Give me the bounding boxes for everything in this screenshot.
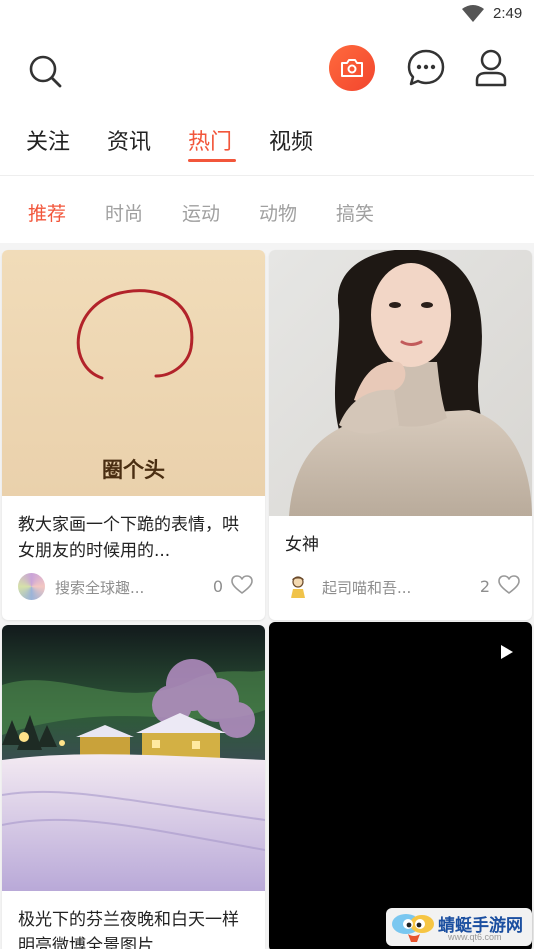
avatar[interactable]	[285, 573, 312, 600]
play-icon[interactable]	[500, 644, 514, 660]
card-image: 圈个头	[2, 250, 265, 496]
camera-button[interactable]	[329, 45, 375, 91]
search-icon	[29, 55, 62, 88]
author-row: 搜索全球趣... 0	[18, 573, 253, 603]
tab-news[interactable]: 资讯	[107, 124, 151, 156]
category-funny[interactable]: 搞笑	[336, 199, 374, 226]
category-fashion[interactable]: 时尚	[105, 199, 143, 226]
category-sports[interactable]: 运动	[182, 199, 220, 226]
tab-video[interactable]: 视频	[269, 124, 313, 156]
tab-follow[interactable]: 关注	[26, 124, 70, 156]
card-image	[269, 250, 532, 516]
status-time: 2:49	[493, 5, 523, 22]
like-count: 0	[212, 577, 223, 596]
video-card[interactable]	[269, 622, 532, 949]
watermark-url: www.qt6.com	[448, 932, 502, 942]
profile-button[interactable]	[468, 45, 514, 91]
status-bar: 2:49	[0, 0, 534, 30]
feed-card[interactable]: 女神 起司喵和吾... 2	[269, 250, 532, 620]
feed-card[interactable]: 极光下的芬兰夜晚和白天一样明亮微博全景图片	[2, 625, 265, 949]
like-count: 2	[479, 577, 490, 596]
card-title: 极光下的芬兰夜晚和白天一样明亮微博全景图片	[18, 910, 239, 949]
search-button[interactable]	[22, 48, 68, 94]
active-tab-indicator	[188, 159, 236, 162]
author-name[interactable]: 起司喵和吾...	[322, 577, 411, 598]
divider	[0, 175, 534, 176]
dragonfly-logo-icon	[392, 914, 434, 942]
category-tabs: 推荐 时尚 运动 动物 搞笑	[0, 195, 534, 235]
heart-icon[interactable]	[231, 575, 253, 595]
card-title: 教大家画一个下跪的表情，哄女朋友的时候用的...	[18, 515, 239, 561]
feed-card[interactable]: 圈个头 教大家画一个下跪的表情，哄女朋友的时候用的... 搜索全球趣... 0	[2, 250, 265, 620]
wifi-icon	[462, 5, 484, 22]
author-name[interactable]: 搜索全球趣...	[55, 577, 144, 598]
user-icon	[475, 49, 507, 87]
card-image	[2, 625, 265, 891]
category-animals[interactable]: 动物	[259, 199, 297, 226]
heart-icon[interactable]	[498, 575, 520, 595]
card-title: 女神	[285, 535, 319, 555]
category-recommended[interactable]: 推荐	[28, 199, 66, 226]
site-watermark: 蜻蜓手游网 www.qt6.com	[386, 908, 532, 946]
image-caption: 圈个头	[102, 458, 165, 482]
main-tabs: 关注 资讯 热门 视频	[0, 118, 534, 174]
message-button[interactable]	[403, 45, 449, 91]
camera-icon	[341, 59, 363, 77]
tab-hot[interactable]: 热门	[188, 124, 232, 156]
message-icon	[407, 49, 445, 86]
top-bar	[0, 40, 534, 100]
author-row: 起司喵和吾... 2	[285, 573, 520, 603]
feed-grid: 圈个头 教大家画一个下跪的表情，哄女朋友的时候用的... 搜索全球趣... 0	[0, 243, 534, 949]
avatar[interactable]	[18, 573, 45, 600]
